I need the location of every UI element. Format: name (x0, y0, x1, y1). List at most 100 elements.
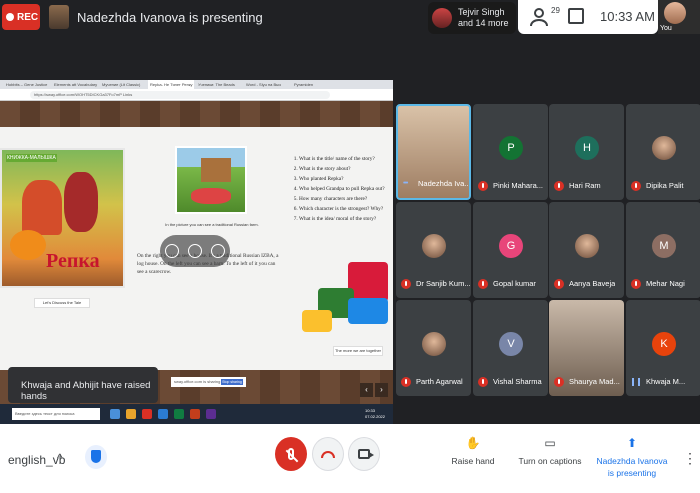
more-options-icon[interactable]: ⋮ (683, 450, 697, 467)
stop-sharing-button[interactable]: Stop sharing (221, 379, 243, 385)
people-chip-line1: Tejvir Singh (458, 7, 505, 17)
participant-grid: ••• Nadezhda Iva... P Pinki Mahara... H Hari … (396, 104, 700, 400)
participant-tile[interactable]: Shaurya Mad... (549, 300, 624, 396)
mic-muted-icon (401, 279, 411, 289)
mic-muted-icon (401, 377, 411, 387)
browser-urlbar: https://sway.office.com/WOHT5DICKGa37Fo7… (0, 89, 393, 101)
question-item: What is the title/ name of the story? (299, 154, 393, 164)
book-figure (10, 230, 46, 260)
participant-name: Dipika Palit (646, 181, 684, 190)
present-label: Nadezhda Ivanova is presenting (596, 456, 668, 478)
book-figure (22, 180, 62, 235)
participant-count: 29 (551, 6, 560, 15)
mic-toggle-button[interactable] (275, 437, 307, 471)
participant-tile[interactable]: M Mehar Nagi (626, 202, 700, 298)
presenting-title: Nadezhda Ivanova is presenting (77, 10, 263, 25)
participant-name: Hari Ram (569, 181, 601, 190)
phone-icon[interactable] (164, 244, 179, 258)
prev-slide-button[interactable]: ‹ (360, 383, 373, 397)
participant-tile[interactable]: G Gopal kumar (473, 202, 548, 298)
participant-avatar (432, 8, 452, 28)
farm-hut (201, 158, 231, 182)
participant-initial-avatar: M (652, 234, 676, 258)
mic-muted-icon (631, 279, 641, 289)
browser-tab-active: Repka- Не Тянет Репку (148, 80, 194, 89)
taskbar-app-icon (126, 409, 136, 419)
participant-name: Aanya Baveja (569, 279, 616, 288)
captions-label: Turn on captions (518, 456, 582, 466)
participant-tile[interactable]: K Khwaja M... (626, 300, 700, 396)
sharing-strip: sway.office.com is sharing your screen. … (171, 377, 246, 387)
participant-name: Dr Sanjib Kum... (416, 279, 470, 288)
raise-hand-button[interactable]: ✋ Raise hand (448, 437, 498, 467)
question-item: What is the story about? (299, 164, 393, 174)
taskbar-clock: 10:33 07.02.2022 (365, 408, 385, 420)
chat-icon[interactable] (568, 8, 584, 24)
taskbar-date: 07.02.2022 (364, 414, 385, 419)
self-video (664, 2, 686, 24)
browser-tab: Hobbits – Gene Justice (6, 82, 48, 87)
mic-off-icon (288, 448, 294, 460)
slide-nav: ‹ › (360, 383, 390, 397)
windows-taskbar: Введите здесь текст для поиска 10:33 07.… (0, 404, 393, 424)
participant-initial-avatar: G (499, 234, 523, 258)
self-label: You (660, 25, 672, 32)
camera-toggle-button[interactable] (348, 437, 380, 471)
clock: 10:33 AM (600, 9, 655, 24)
participant-tile[interactable]: P Pinki Mahara... (473, 104, 548, 200)
puzzle-image (298, 260, 393, 342)
mic-muted-icon (478, 181, 488, 191)
people-chip[interactable]: Tejvir Singh and 14 more (428, 2, 516, 34)
rec-label: REC (17, 11, 39, 23)
participant-initial-avatar: K (652, 332, 676, 356)
security-shield-icon[interactable] (85, 445, 107, 469)
chevron-up-icon[interactable]: ^ (57, 451, 63, 465)
participant-tile[interactable]: Dr Sanjib Kum... (396, 202, 471, 298)
mic-muted-icon (478, 279, 488, 289)
leave-call-button[interactable] (312, 437, 344, 471)
mic-muted-icon (554, 377, 564, 387)
stop-presenting-icon[interactable] (211, 244, 226, 258)
participant-photo-avatar (422, 234, 446, 258)
self-view-tile[interactable]: You (658, 0, 700, 34)
participant-tile[interactable]: Aanya Baveja (549, 202, 624, 298)
question-item: Which character is the strongest? Why? (299, 204, 393, 214)
question-list: What is the title/ name of the story? Wh… (292, 154, 393, 224)
browser-tab: Ученики: The Beads (198, 82, 235, 87)
taskbar-app-icon (158, 409, 168, 419)
next-slide-button[interactable]: › (375, 383, 388, 397)
browser-tabbar: Hobbits – Gene Justice Elements att Voca… (0, 80, 393, 89)
participant-tile[interactable]: H Hari Ram (549, 104, 624, 200)
participant-tile[interactable]: Parth Agarwal (396, 300, 471, 396)
participant-tile[interactable]: ••• Nadezhda Iva... (396, 104, 471, 200)
participant-tile[interactable]: Dipika Palit (626, 104, 700, 200)
mic-muted-icon (554, 181, 564, 191)
hang-up-icon (321, 450, 335, 458)
bottom-control-bar: english_vb ^ ✋ Raise hand ▭ Turn on capt… (0, 424, 700, 493)
participant-name: Parth Agarwal (416, 377, 463, 386)
camera-icon (358, 449, 374, 459)
book-figure (64, 172, 98, 232)
question-item: Who helped Grandpa to pull Repka out? (299, 184, 393, 194)
more-icon: ••• (403, 180, 408, 187)
mic-muted-icon (554, 279, 564, 289)
record-dot-icon (6, 13, 14, 21)
meeting-info-panel: 29 10:33 AM (518, 0, 658, 34)
taskbar-search: Введите здесь текст для поиска (12, 408, 100, 420)
taskbar-app-icon (206, 409, 216, 419)
participant-tile[interactable]: V Vishal Sharma (473, 300, 548, 396)
mute-presentation-icon[interactable] (187, 244, 202, 258)
raise-hand-label: Raise hand (451, 456, 495, 466)
browser-tab: Word - Slyu на Выз (246, 82, 281, 87)
book-caption: Let's Discuss the Tale (34, 298, 90, 308)
participant-photo-avatar (652, 136, 676, 160)
audio-level-icon (632, 378, 640, 386)
taskbar-app-icon (142, 409, 152, 419)
scene-caption: In the picture you can see a traditional… (165, 222, 259, 227)
question-item: Who planted Repka? (299, 174, 393, 184)
captions-button[interactable]: ▭ Turn on captions (518, 437, 582, 467)
raised-hands-toast: Khwaja and Abhijit have raised hands (8, 367, 158, 403)
participant-name: Vishal Sharma (493, 377, 542, 386)
participant-name: Gopal kumar (493, 279, 536, 288)
present-now-button[interactable]: ⬆ Nadezhda Ivanova is presenting (596, 437, 668, 479)
